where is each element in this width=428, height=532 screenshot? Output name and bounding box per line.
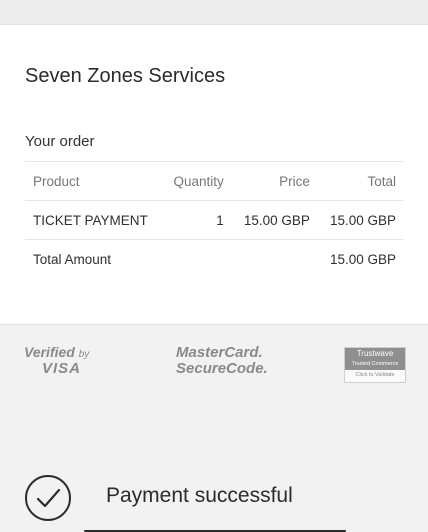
total-amount-label: Total Amount: [33, 251, 112, 267]
header-price: Price: [231, 161, 318, 201]
trustwave-validate: Click to Validate: [355, 372, 395, 378]
header-product: Product: [25, 161, 163, 201]
payment-status-text: Payment successful: [106, 484, 293, 507]
total-amount-value: 15.00 GBP: [329, 251, 396, 267]
header-quantity: Quantity: [162, 161, 232, 201]
item-price: 15.00 GBP: [231, 200, 318, 240]
table-row: TICKET PAYMENT 1 15.00 GBP 15.00 GBP: [25, 200, 404, 240]
trustwave-sub: Trusted Commerce: [351, 361, 399, 367]
table-header-row: Product Quantity Price Total: [25, 161, 404, 201]
top-bar: [0, 0, 428, 25]
order-card: Seven Zones Services Your order Product …: [0, 25, 428, 325]
total-row: Total Amount 15.00 GBP: [25, 240, 404, 279]
verified-by-visa-logo: Verified by VISA: [24, 345, 114, 376]
visa-by: by: [78, 349, 90, 360]
item-quantity: 1: [162, 200, 232, 240]
trustwave-seal[interactable]: Trustwave Trusted Commerce Click to Vali…: [344, 347, 406, 383]
payment-status: Payment successful: [24, 474, 404, 532]
security-brands: Verified by VISA MasterCard. SecureCode.…: [0, 324, 428, 393]
item-total: 15.00 GBP: [317, 200, 404, 240]
mastercard-line1: MasterCard.: [176, 344, 263, 361]
order-table: Product Quantity Price Total TICKET PAYM…: [25, 161, 404, 278]
item-product: TICKET PAYMENT: [25, 200, 163, 240]
visa-line1: Verified: [24, 344, 75, 360]
trustwave-name: Trustwave: [356, 349, 394, 358]
merchant-name: Seven Zones Services: [25, 65, 226, 87]
visa-line2: VISA: [42, 360, 82, 377]
order-title: Your order: [25, 133, 95, 150]
header-total: Total: [317, 161, 404, 201]
mastercard-securecode-logo: MasterCard. SecureCode.: [176, 345, 268, 377]
mastercard-line2: SecureCode.: [176, 360, 268, 377]
total-spacer: [232, 240, 318, 279]
check-circle-icon: [25, 475, 71, 521]
trustwave-header: Trustwave Trusted Commerce: [345, 348, 405, 370]
